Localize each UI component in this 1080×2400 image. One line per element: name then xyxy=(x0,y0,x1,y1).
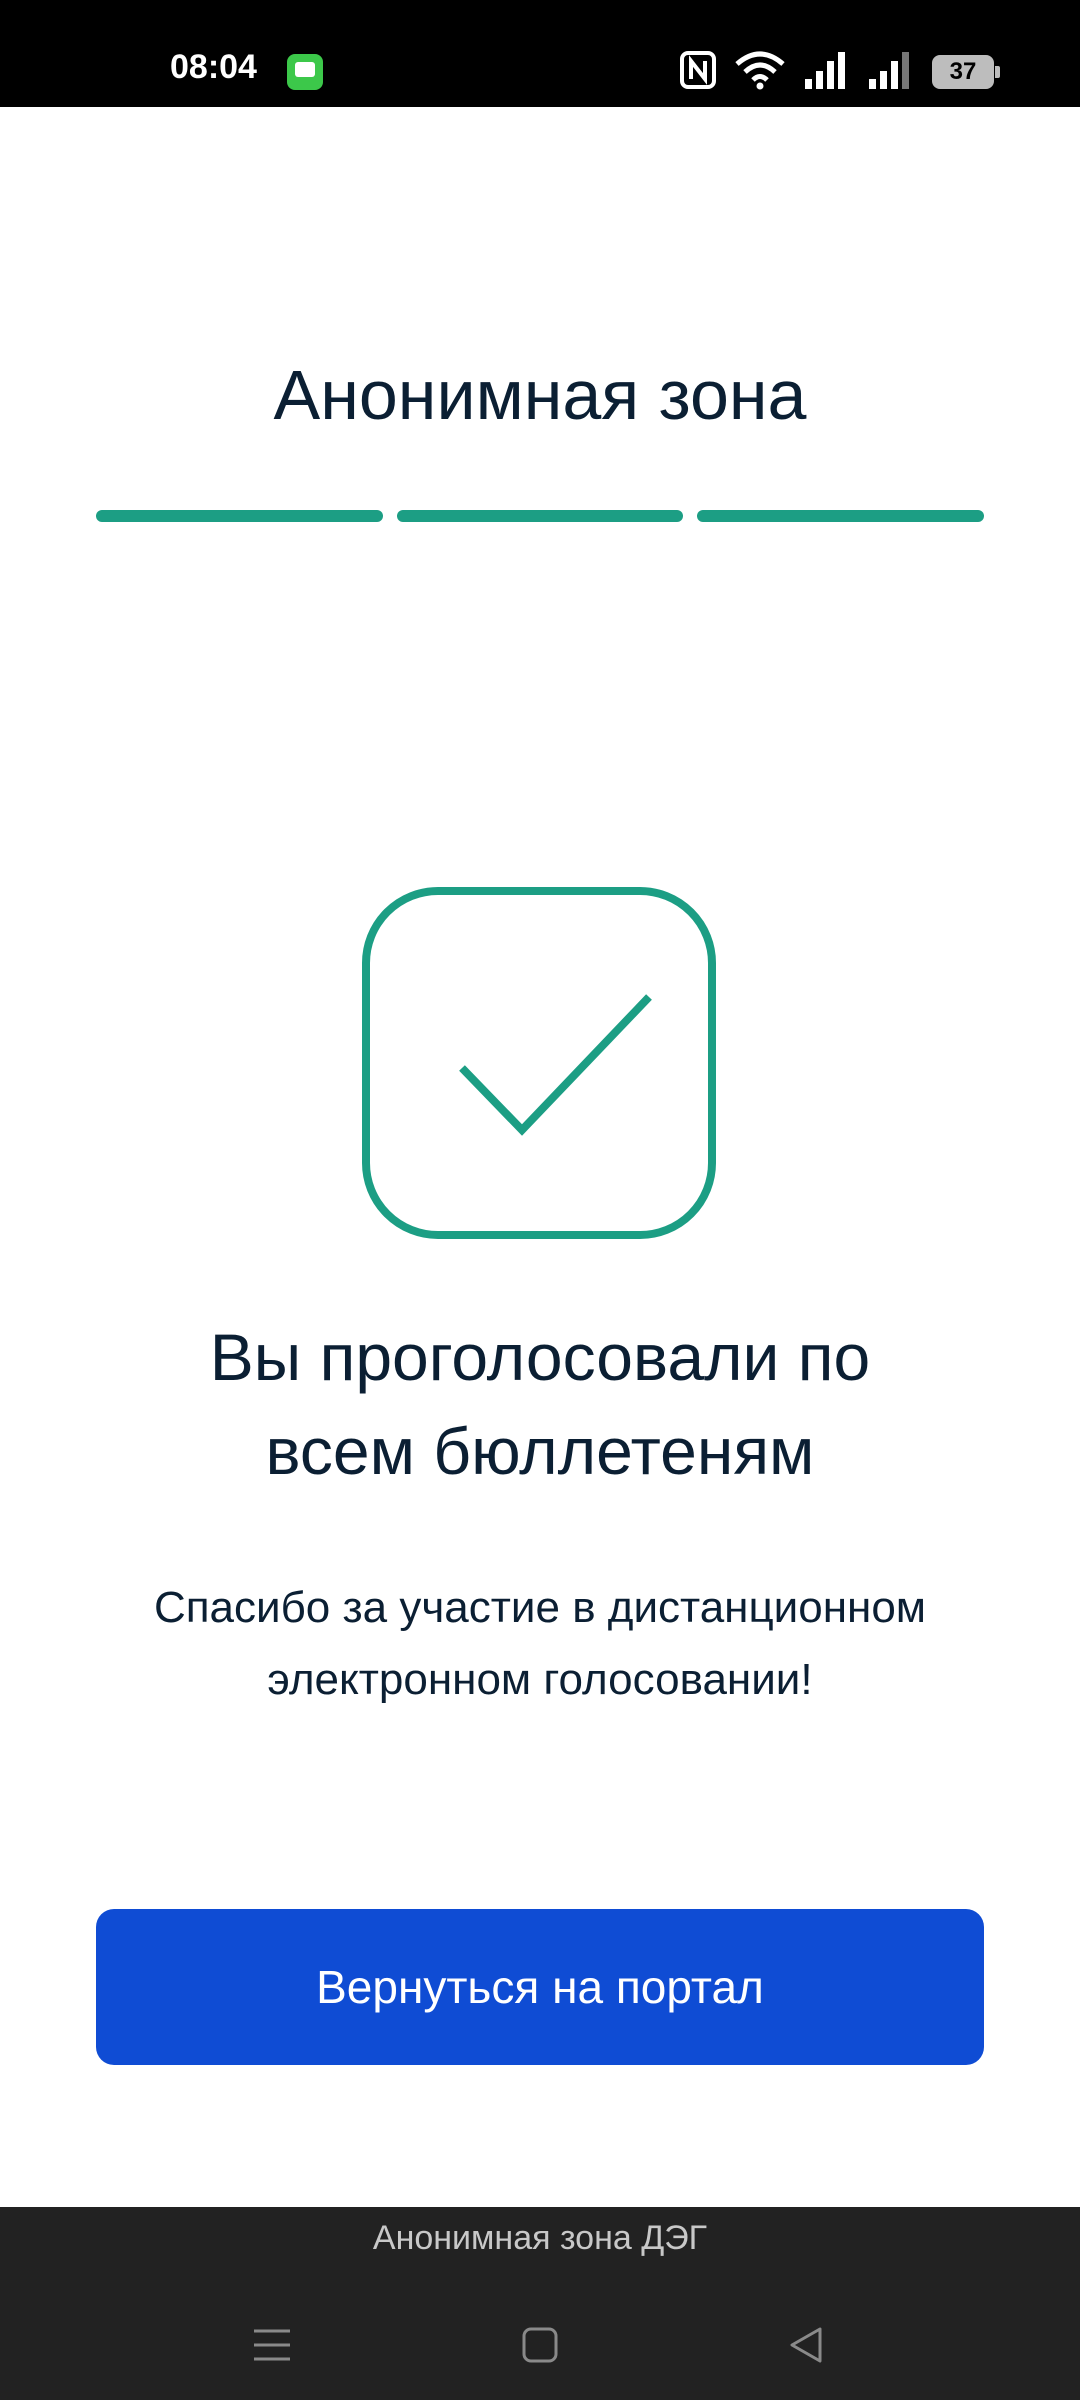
screen: 08:04 37 Анонимная зона Вы проголосовали… xyxy=(0,0,1080,2400)
home-button[interactable] xyxy=(500,2315,580,2375)
return-to-portal-button[interactable]: Вернуться на портал xyxy=(96,1909,984,2065)
app-label: Анонимная зона ДЭГ xyxy=(372,2219,708,2257)
progress-step-2 xyxy=(396,510,684,522)
status-time: 08:04 xyxy=(170,48,257,86)
navigation-bar xyxy=(0,2315,1080,2375)
success-text: Спасибо за участие в дистанционном элект… xyxy=(80,1572,1000,1716)
success-title-line-1: Вы проголосовали по xyxy=(209,1320,871,1394)
checkmark-icon xyxy=(362,887,716,1239)
progress-step-1 xyxy=(96,510,383,522)
signal-icon xyxy=(804,51,850,94)
progress-steps xyxy=(96,510,985,522)
menu-button[interactable] xyxy=(232,2315,312,2375)
menu-icon xyxy=(254,2329,290,2361)
nfc-icon xyxy=(680,50,716,94)
partial-link[interactable] xyxy=(176,2186,206,2208)
battery-icon: 37 xyxy=(932,55,1000,89)
success-title: Вы проголосовали по всем бюллетеням xyxy=(90,1310,990,1498)
back-button[interactable] xyxy=(766,2315,846,2375)
page-title: Анонимная зона xyxy=(273,356,807,434)
success-title-line-2: всем бюллетеням xyxy=(265,1414,815,1488)
back-icon xyxy=(790,2327,822,2363)
success-text-line-2: электронном голосовании! xyxy=(267,1655,813,1704)
bottom-bar: Анонимная зона ДЭГ xyxy=(0,2207,1080,2400)
wifi-icon xyxy=(734,50,786,95)
status-bar: 08:04 37 xyxy=(0,0,1080,107)
home-icon xyxy=(522,2327,558,2363)
success-text-line-1: Спасибо за участие в дистанционном xyxy=(153,1583,927,1632)
progress-step-3 xyxy=(697,510,985,522)
message-icon xyxy=(287,54,323,90)
signal-icon xyxy=(868,51,914,94)
status-icons: 37 xyxy=(680,50,1000,95)
